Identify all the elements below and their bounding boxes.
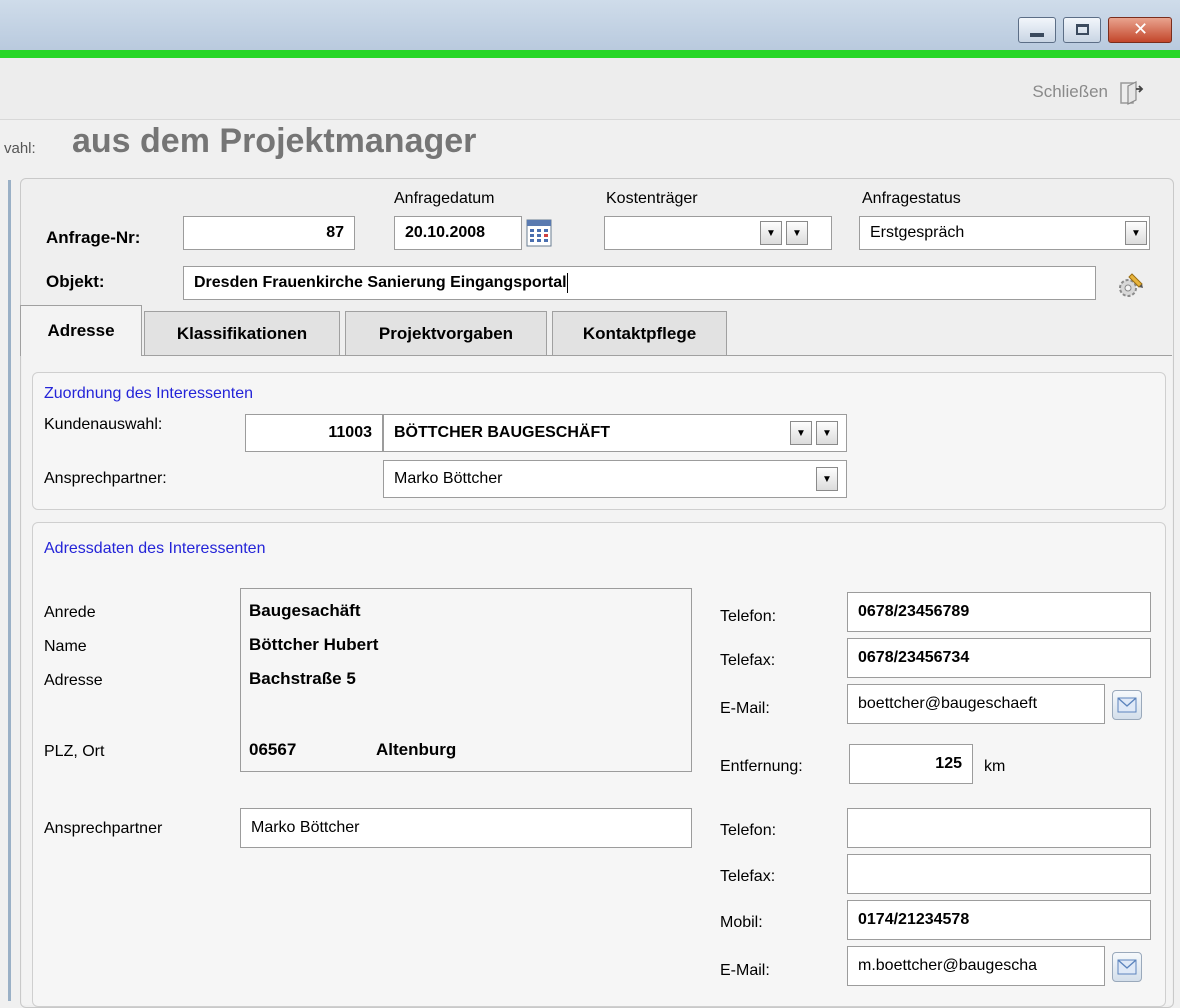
ap-telefon-input[interactable] xyxy=(847,808,1151,848)
telefax-input[interactable]: 0678/23456734 xyxy=(847,638,1151,678)
ap-mobil-label: Mobil: xyxy=(720,914,763,931)
tab-klassifikationen[interactable]: Klassifikationen xyxy=(144,311,340,355)
name-value: Böttcher Hubert xyxy=(249,635,379,654)
chevron-down-icon: ▼ xyxy=(796,427,806,439)
chevron-down-icon: ▼ xyxy=(822,427,832,439)
close-x-icon: ✕ xyxy=(1133,19,1149,39)
ap-input[interactable]: Marko Böttcher xyxy=(240,808,692,848)
adresse-label: Adresse xyxy=(44,672,103,689)
kunden-name-select[interactable]: BÖTTCHER BAUGESCHÄFT xyxy=(383,414,847,452)
objekt-value: Dresden Frauenkirche Sanierung Eingangsp… xyxy=(194,274,567,291)
ort-value: Altenburg xyxy=(376,740,457,759)
anfragestatus-label: Anfragestatus xyxy=(862,190,961,207)
minimize-icon xyxy=(1030,33,1044,37)
anfragestatus-dropdown-button[interactable]: ▼ xyxy=(1125,221,1147,245)
adressdaten-title: Adressdaten des Interessenten xyxy=(44,540,266,557)
accent-bar xyxy=(0,50,1180,58)
anrede-value: Baugesachäft xyxy=(249,601,361,620)
email-label: E-Mail: xyxy=(720,700,770,717)
header-prefix: vahl: xyxy=(4,140,36,157)
page-title: aus dem Projektmanager xyxy=(72,122,477,160)
window-close-button[interactable]: ✕ xyxy=(1108,17,1172,43)
email-input[interactable]: boettcher@baugeschaeft xyxy=(847,684,1105,724)
anfragedatum-label: Anfragedatum xyxy=(394,190,495,207)
tab-projektvorgaben[interactable]: Projektvorgaben xyxy=(345,311,547,355)
calendar-icon[interactable] xyxy=(526,218,552,248)
anfrage-nr-input[interactable]: 87 xyxy=(183,216,355,250)
anfragestatus-select[interactable]: Erstgespräch xyxy=(859,216,1150,250)
maximize-icon xyxy=(1076,24,1089,35)
kunden-dropdown-button-2[interactable]: ▼ xyxy=(816,421,838,445)
anrede-label: Anrede xyxy=(44,604,96,621)
anfrage-nr-label: Anfrage-Nr: xyxy=(46,228,141,247)
ap-label: Ansprechpartner xyxy=(44,820,163,837)
objekt-label: Objekt: xyxy=(46,272,105,291)
envelope-icon xyxy=(1117,697,1137,713)
entfernung-label: Entfernung: xyxy=(720,758,803,775)
chevron-down-icon: ▼ xyxy=(766,227,776,239)
exit-icon[interactable] xyxy=(1118,80,1144,106)
minimize-button[interactable] xyxy=(1018,17,1056,43)
chevron-down-icon: ▼ xyxy=(792,227,802,239)
maximize-button[interactable] xyxy=(1063,17,1101,43)
telefax-label: Telefax: xyxy=(720,652,776,669)
left-divider xyxy=(8,180,11,1001)
ap-telefax-input[interactable] xyxy=(847,854,1151,894)
plz-value: 06567 xyxy=(249,740,297,759)
ap-mobil-input[interactable]: 0174/21234578 xyxy=(847,900,1151,940)
toolbar xyxy=(0,58,1180,120)
gear-edit-icon[interactable] xyxy=(1114,270,1146,302)
window-titlebar xyxy=(0,0,1180,50)
send-email-button[interactable] xyxy=(1112,690,1142,720)
ap-telefon-label: Telefon: xyxy=(720,822,777,839)
kundenauswahl-label: Kundenauswahl: xyxy=(44,416,163,433)
telefon-label: Telefon: xyxy=(720,608,777,625)
envelope-icon xyxy=(1117,959,1137,975)
kostentraeger-dropdown-button[interactable]: ▼ xyxy=(760,221,782,245)
text-cursor xyxy=(566,273,568,293)
ap-telefax-label: Telefax: xyxy=(720,868,776,885)
ansprechpartner-select[interactable]: Marko Böttcher xyxy=(383,460,847,498)
ap-email-input[interactable]: m.boettcher@baugescha xyxy=(847,946,1105,986)
objekt-input[interactable]: Dresden Frauenkirche Sanierung Eingangsp… xyxy=(183,266,1096,300)
zuordnung-title: Zuordnung des Interessenten xyxy=(44,385,254,402)
ansprechpartner-dropdown-button[interactable]: ▼ xyxy=(816,467,838,491)
adresse-value: Bachstraße 5 xyxy=(249,669,356,688)
name-label: Name xyxy=(44,638,87,655)
anfragedatum-input[interactable]: 20.10.2008 xyxy=(394,216,522,250)
chevron-down-icon: ▼ xyxy=(1131,227,1141,239)
chevron-down-icon: ▼ xyxy=(822,473,832,485)
telefon-input[interactable]: 0678/23456789 xyxy=(847,592,1151,632)
kostentraeger-label: Kostenträger xyxy=(606,190,698,207)
kunden-dropdown-button[interactable]: ▼ xyxy=(790,421,812,445)
kostentraeger-dropdown-button-2[interactable]: ▼ xyxy=(786,221,808,245)
close-button-label[interactable]: Schließen xyxy=(1032,82,1108,102)
plz-ort-label: PLZ, Ort xyxy=(44,743,105,760)
tab-kontaktpflege[interactable]: Kontaktpflege xyxy=(552,311,727,355)
ap-email-label: E-Mail: xyxy=(720,962,770,979)
entfernung-unit: km xyxy=(984,758,1006,775)
entfernung-input[interactable]: 125 xyxy=(849,744,973,784)
kunden-nr-input[interactable]: 11003 xyxy=(245,414,383,452)
send-ap-email-button[interactable] xyxy=(1112,952,1142,982)
ansprechpartner-label: Ansprechpartner: xyxy=(44,470,167,487)
tab-adresse[interactable]: Adresse xyxy=(20,305,142,356)
